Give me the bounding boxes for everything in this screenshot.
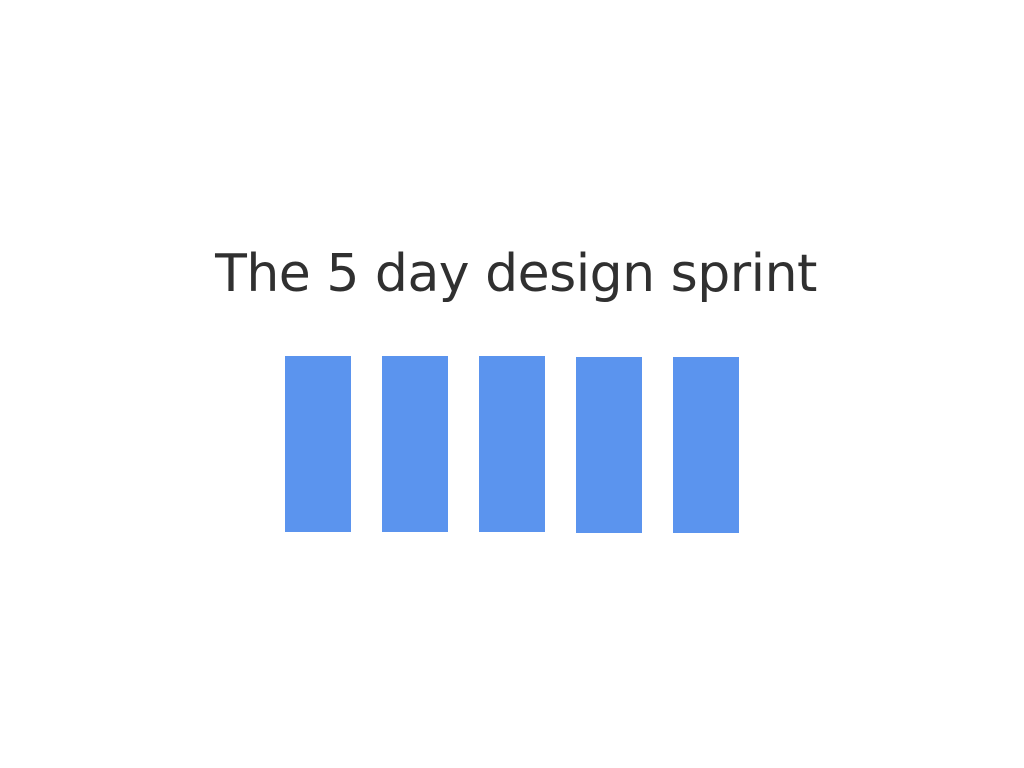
- day-block-1: [285, 356, 351, 532]
- slide: The 5 day design sprint: [0, 0, 1024, 768]
- slide-title: The 5 day design sprint: [215, 244, 817, 304]
- day-block-2: [382, 356, 448, 532]
- day-block-5: [673, 357, 739, 533]
- day-block-4: [576, 357, 642, 533]
- day-block-3: [479, 356, 545, 532]
- day-blocks-row: [285, 356, 739, 533]
